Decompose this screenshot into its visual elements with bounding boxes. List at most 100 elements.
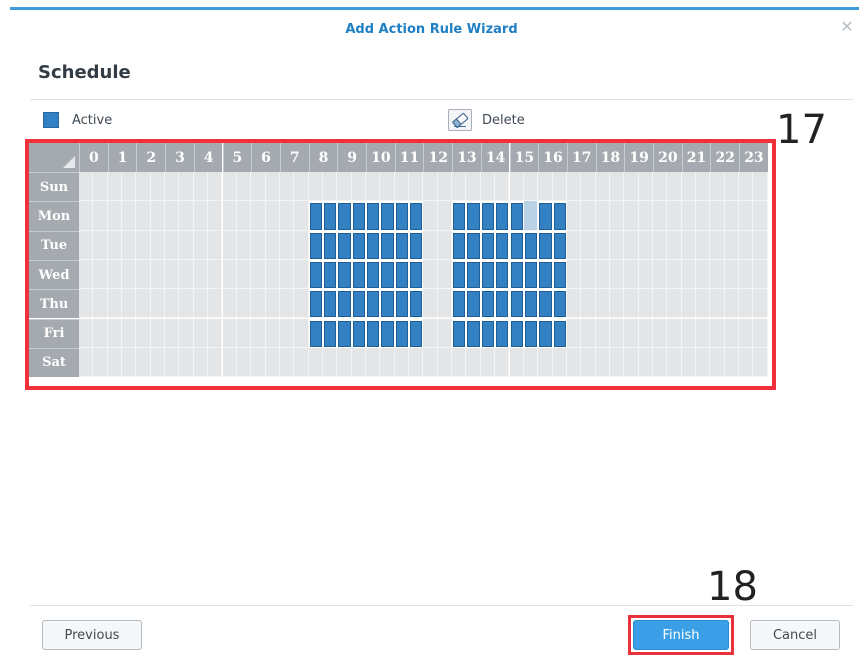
schedule-cell[interactable] xyxy=(236,259,252,290)
schedule-cell[interactable] xyxy=(638,201,653,231)
schedule-cell[interactable] xyxy=(222,230,237,260)
schedule-cell[interactable] xyxy=(380,347,395,378)
schedule-cell[interactable] xyxy=(710,318,725,348)
schedule-cell[interactable] xyxy=(681,230,697,260)
schedule-cell[interactable] xyxy=(410,291,423,318)
schedule-cell[interactable] xyxy=(352,232,365,259)
schedule-cell[interactable] xyxy=(495,172,510,202)
schedule-cell[interactable] xyxy=(739,289,754,319)
schedule-cell[interactable] xyxy=(523,201,539,231)
schedule-cell[interactable] xyxy=(524,320,538,347)
schedule-cell[interactable] xyxy=(265,289,280,319)
schedule-cell[interactable] xyxy=(595,289,610,319)
schedule-cell[interactable] xyxy=(337,347,352,378)
schedule-cell[interactable] xyxy=(193,259,209,290)
schedule-cell[interactable] xyxy=(294,259,309,290)
schedule-cell[interactable] xyxy=(136,347,151,378)
schedule-cell[interactable] xyxy=(93,289,108,319)
schedule-cell[interactable] xyxy=(122,230,137,260)
schedule-cell[interactable] xyxy=(667,201,682,231)
schedule-cell[interactable] xyxy=(653,201,668,231)
schedule-cell[interactable] xyxy=(395,232,409,259)
schedule-cell[interactable] xyxy=(208,259,223,290)
schedule-cell[interactable] xyxy=(739,347,754,378)
schedule-cell[interactable] xyxy=(395,291,409,318)
active-mode-toggle[interactable]: Active xyxy=(43,112,112,128)
schedule-cell[interactable] xyxy=(93,318,108,348)
hour-header[interactable]: 17 xyxy=(566,143,596,172)
schedule-cell[interactable] xyxy=(309,291,322,318)
day-header[interactable]: Tue xyxy=(29,230,79,260)
schedule-cell[interactable] xyxy=(79,172,94,202)
schedule-cell[interactable] xyxy=(523,347,539,378)
schedule-cell[interactable] xyxy=(581,318,596,348)
schedule-cell[interactable] xyxy=(524,291,538,318)
schedule-cell[interactable] xyxy=(480,347,496,378)
schedule-cell[interactable] xyxy=(222,172,237,202)
schedule-cell[interactable] xyxy=(480,172,496,202)
schedule-cell[interactable] xyxy=(322,172,338,202)
schedule-cell[interactable] xyxy=(609,201,625,231)
schedule-cell[interactable] xyxy=(279,259,295,290)
schedule-cell[interactable] xyxy=(696,230,711,260)
schedule-cell[interactable] xyxy=(179,289,194,319)
hour-header[interactable]: 20 xyxy=(653,143,682,172)
schedule-cell[interactable] xyxy=(179,172,194,202)
schedule-cell[interactable] xyxy=(581,172,596,202)
schedule-cell[interactable] xyxy=(539,232,552,259)
schedule-cell[interactable] xyxy=(509,172,524,202)
schedule-cell[interactable] xyxy=(251,172,266,202)
schedule-cell[interactable] xyxy=(265,230,280,260)
schedule-cell[interactable] xyxy=(136,201,151,231)
schedule-cell[interactable] xyxy=(753,201,768,231)
schedule-cell[interactable] xyxy=(165,259,180,290)
schedule-cell[interactable] xyxy=(222,259,237,290)
schedule-cell[interactable] xyxy=(539,291,552,318)
schedule-cell[interactable] xyxy=(265,172,280,202)
hour-header[interactable]: 21 xyxy=(681,143,711,172)
hour-header[interactable]: 15 xyxy=(509,143,539,172)
schedule-cell[interactable] xyxy=(208,172,223,202)
schedule-cell[interactable] xyxy=(351,347,366,378)
hour-header[interactable]: 12 xyxy=(423,143,453,172)
schedule-cell[interactable] xyxy=(395,261,409,289)
schedule-cell[interactable] xyxy=(467,232,480,259)
schedule-cell[interactable] xyxy=(410,203,423,230)
schedule-cell[interactable] xyxy=(553,261,566,289)
schedule-cell[interactable] xyxy=(308,347,323,378)
schedule-cell[interactable] xyxy=(381,232,394,259)
schedule-cell[interactable] xyxy=(294,318,309,348)
schedule-cell[interactable] xyxy=(553,232,566,259)
schedule-cell[interactable] xyxy=(150,201,166,231)
schedule-cell[interactable] xyxy=(309,232,322,259)
schedule-cell[interactable] xyxy=(724,172,740,202)
schedule-cell[interactable] xyxy=(208,230,223,260)
schedule-cell[interactable] xyxy=(496,261,509,289)
schedule-cell[interactable] xyxy=(136,259,151,290)
schedule-cell[interactable] xyxy=(539,261,552,289)
schedule-cell[interactable] xyxy=(93,347,108,378)
schedule-cell[interactable] xyxy=(553,203,566,230)
schedule-cell[interactable] xyxy=(510,320,523,347)
schedule-cell[interactable] xyxy=(79,289,94,319)
schedule-cell[interactable] xyxy=(107,347,123,378)
schedule-cell[interactable] xyxy=(453,291,466,318)
schedule-cell[interactable] xyxy=(381,291,394,318)
schedule-cell[interactable] xyxy=(552,172,567,202)
schedule-cell[interactable] xyxy=(251,230,266,260)
schedule-cell[interactable] xyxy=(539,203,552,230)
schedule-cell[interactable] xyxy=(624,172,639,202)
schedule-cell[interactable] xyxy=(595,347,610,378)
schedule-cell[interactable] xyxy=(481,232,495,259)
schedule-cell[interactable] xyxy=(681,289,697,319)
finish-button[interactable]: Finish xyxy=(633,620,729,650)
schedule-cell[interactable] xyxy=(380,172,395,202)
schedule-cell[interactable] xyxy=(165,318,180,348)
schedule-cell[interactable] xyxy=(222,289,237,319)
schedule-cell[interactable] xyxy=(322,347,338,378)
day-header[interactable]: Sun xyxy=(29,172,79,202)
schedule-cell[interactable] xyxy=(524,232,538,259)
schedule-cell[interactable] xyxy=(236,347,252,378)
hour-header[interactable]: 6 xyxy=(251,143,280,172)
schedule-cell[interactable] xyxy=(309,261,322,289)
